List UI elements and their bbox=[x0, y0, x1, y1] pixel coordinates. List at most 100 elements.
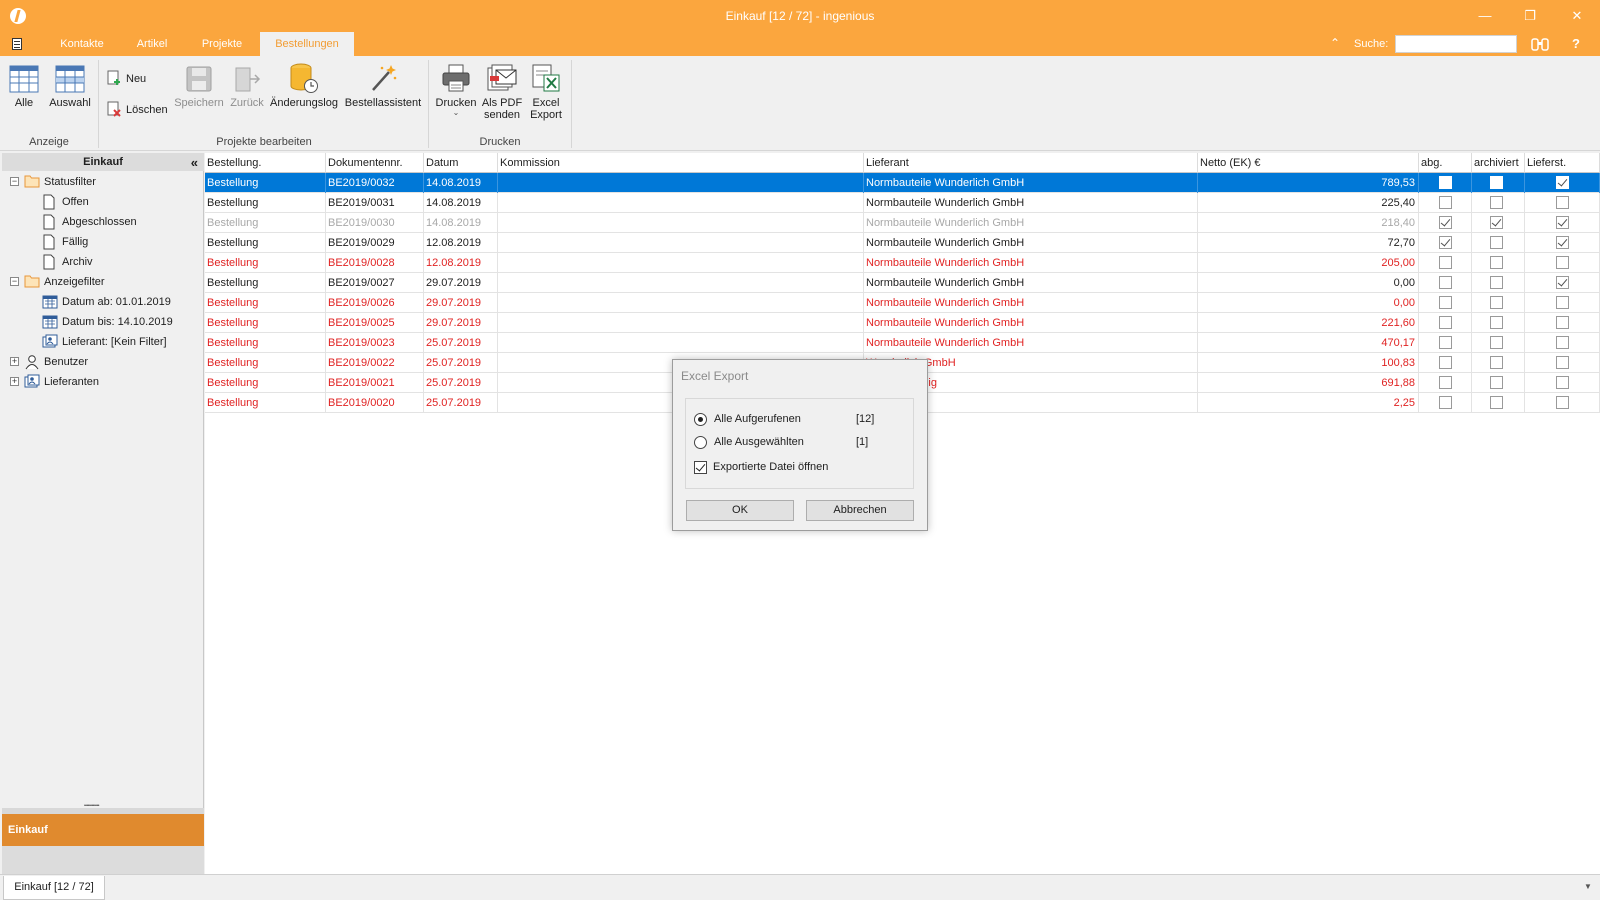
tree-item-abgeschlossen[interactable]: Abgeschlossen bbox=[2, 213, 202, 231]
cell-nr[interactable]: BE2019/0032 bbox=[326, 173, 424, 193]
checkbox-archiviert[interactable] bbox=[1490, 176, 1503, 189]
cell-typ[interactable]: Bestellung bbox=[205, 173, 326, 193]
tree-item-faellig[interactable]: Fällig bbox=[2, 233, 202, 251]
cell-archiviert[interactable] bbox=[1472, 333, 1525, 353]
cell-datum[interactable]: 14.08.2019 bbox=[424, 193, 498, 213]
cell-nr[interactable]: BE2019/0023 bbox=[326, 333, 424, 353]
table-row[interactable]: Bestellung BE2019/0029 12.08.2019 Normbaute… bbox=[205, 233, 1600, 253]
checkbox-indicator[interactable] bbox=[694, 461, 707, 474]
cell-abg[interactable] bbox=[1419, 193, 1472, 213]
cell-datum[interactable]: 29.07.2019 bbox=[424, 293, 498, 313]
cancel-button[interactable]: Abbrechen bbox=[806, 500, 914, 521]
cell-lieferant[interactable]: Normbauteile Wunderlich GmbH bbox=[864, 233, 1198, 253]
cell-lieferst[interactable] bbox=[1525, 173, 1600, 193]
checkbox-abg[interactable] bbox=[1439, 356, 1452, 369]
ok-button[interactable]: OK bbox=[686, 500, 794, 521]
bestellassistent-button[interactable]: Bestellassistent bbox=[344, 62, 422, 109]
pdf-senden-button[interactable]: Als PDF senden bbox=[480, 62, 524, 121]
checkbox-abg[interactable] bbox=[1439, 196, 1452, 209]
tree-item-statusfilter[interactable]: − Statusfilter bbox=[2, 173, 202, 191]
tab-kontakte[interactable]: Kontakte bbox=[50, 32, 114, 56]
cell-abg[interactable] bbox=[1419, 233, 1472, 253]
cell-abg[interactable] bbox=[1419, 173, 1472, 193]
checkbox-archiviert[interactable] bbox=[1490, 276, 1503, 289]
tree-item-benutzer[interactable]: + Benutzer bbox=[2, 353, 202, 371]
checkbox-lieferst[interactable] bbox=[1556, 396, 1569, 409]
table-row[interactable]: Bestellung BE2019/0028 12.08.2019 Normbaute… bbox=[205, 253, 1600, 273]
column-header-netto[interactable]: Netto (EK) € bbox=[1198, 153, 1419, 173]
column-header-kommission[interactable]: Kommission bbox=[498, 153, 864, 173]
cell-netto[interactable]: 72,70 bbox=[1198, 233, 1419, 253]
checkbox-archiviert[interactable] bbox=[1490, 316, 1503, 329]
cell-netto[interactable]: 218,40 bbox=[1198, 213, 1419, 233]
cell-datum[interactable]: 14.08.2019 bbox=[424, 213, 498, 233]
cell-kommission[interactable] bbox=[498, 293, 864, 313]
cell-lieferant[interactable]: Normbauteile Wunderlich GmbH bbox=[864, 193, 1198, 213]
cell-netto[interactable]: 789,53 bbox=[1198, 173, 1419, 193]
cell-typ[interactable]: Bestellung bbox=[205, 373, 326, 393]
restore-button[interactable]: ❐ bbox=[1515, 4, 1545, 28]
checkbox-abg[interactable] bbox=[1439, 216, 1452, 229]
checkbox-lieferst[interactable] bbox=[1556, 296, 1569, 309]
cell-archiviert[interactable] bbox=[1472, 373, 1525, 393]
cell-abg[interactable] bbox=[1419, 353, 1472, 373]
cell-typ[interactable]: Bestellung bbox=[205, 273, 326, 293]
zurueck-button[interactable]: Zurück bbox=[228, 64, 266, 109]
cell-abg[interactable] bbox=[1419, 213, 1472, 233]
checkbox-lieferst[interactable] bbox=[1556, 376, 1569, 389]
cell-archiviert[interactable] bbox=[1472, 393, 1525, 413]
cell-datum[interactable]: 29.07.2019 bbox=[424, 313, 498, 333]
checkbox-abg[interactable] bbox=[1439, 316, 1452, 329]
checkbox-lieferst[interactable] bbox=[1556, 336, 1569, 349]
checkbox-archiviert[interactable] bbox=[1490, 216, 1503, 229]
chevron-down-icon[interactable]: ▼ bbox=[1584, 882, 1592, 891]
radio-alle-ausgewaehlten[interactable]: Alle Ausgewählten [1] bbox=[694, 435, 904, 451]
cell-archiviert[interactable] bbox=[1472, 173, 1525, 193]
cell-kommission[interactable] bbox=[498, 213, 864, 233]
cell-archiviert[interactable] bbox=[1472, 233, 1525, 253]
tree-collapse-icon[interactable]: − bbox=[10, 177, 19, 186]
cell-nr[interactable]: BE2019/0031 bbox=[326, 193, 424, 213]
cell-lieferant[interactable]: Normbauteile Wunderlich GmbH bbox=[864, 213, 1198, 233]
cell-lieferant[interactable]: Normbauteile Wunderlich GmbH bbox=[864, 253, 1198, 273]
table-row[interactable]: Bestellung BE2019/0032 14.08.2019 Normbaute… bbox=[205, 173, 1600, 193]
collapse-sidebar-icon[interactable]: « bbox=[191, 154, 198, 172]
cell-typ[interactable]: Bestellung bbox=[205, 293, 326, 313]
cell-kommission[interactable] bbox=[498, 193, 864, 213]
column-header-bestellung[interactable]: Bestellung. bbox=[205, 153, 326, 173]
checkbox-archiviert[interactable] bbox=[1490, 376, 1503, 389]
cell-lieferst[interactable] bbox=[1525, 193, 1600, 213]
tree-expand-icon[interactable]: + bbox=[10, 357, 19, 366]
cell-lieferst[interactable] bbox=[1525, 253, 1600, 273]
table-row[interactable]: Bestellung BE2019/0026 29.07.2019 Normbaute… bbox=[205, 293, 1600, 313]
cell-netto[interactable]: 205,00 bbox=[1198, 253, 1419, 273]
document-tab-einkauf[interactable]: Einkauf [12 / 72] bbox=[3, 876, 105, 900]
checkbox-abg[interactable] bbox=[1439, 256, 1452, 269]
cell-abg[interactable] bbox=[1419, 253, 1472, 273]
cell-lieferst[interactable] bbox=[1525, 313, 1600, 333]
radio-alle-aufgerufenen[interactable]: Alle Aufgerufenen [12] bbox=[694, 412, 904, 428]
checkbox-abg[interactable] bbox=[1439, 296, 1452, 309]
cell-nr[interactable]: BE2019/0029 bbox=[326, 233, 424, 253]
cell-typ[interactable]: Bestellung bbox=[205, 233, 326, 253]
checkbox-abg[interactable] bbox=[1439, 176, 1452, 189]
table-row[interactable]: Bestellung BE2019/0025 29.07.2019 Normbaute… bbox=[205, 313, 1600, 333]
cell-lieferst[interactable] bbox=[1525, 373, 1600, 393]
column-header-datum[interactable]: Datum bbox=[424, 153, 498, 173]
tree-item-lieferanten[interactable]: + Lieferanten bbox=[2, 373, 202, 391]
cell-archiviert[interactable] bbox=[1472, 313, 1525, 333]
cell-lieferst[interactable] bbox=[1525, 333, 1600, 353]
cell-typ[interactable]: Bestellung bbox=[205, 253, 326, 273]
radio-indicator[interactable] bbox=[694, 413, 707, 426]
minimize-button[interactable]: — bbox=[1470, 4, 1500, 28]
tree-collapse-icon[interactable]: − bbox=[10, 277, 19, 286]
checkbox-abg[interactable] bbox=[1439, 276, 1452, 289]
cell-archiviert[interactable] bbox=[1472, 353, 1525, 373]
cell-abg[interactable] bbox=[1419, 373, 1472, 393]
cell-typ[interactable]: Bestellung bbox=[205, 313, 326, 333]
checkbox-lieferst[interactable] bbox=[1556, 256, 1569, 269]
cell-kommission[interactable] bbox=[498, 333, 864, 353]
speichern-button[interactable]: Speichern bbox=[174, 64, 224, 109]
cell-datum[interactable]: 29.07.2019 bbox=[424, 273, 498, 293]
cell-netto[interactable]: 100,83 bbox=[1198, 353, 1419, 373]
